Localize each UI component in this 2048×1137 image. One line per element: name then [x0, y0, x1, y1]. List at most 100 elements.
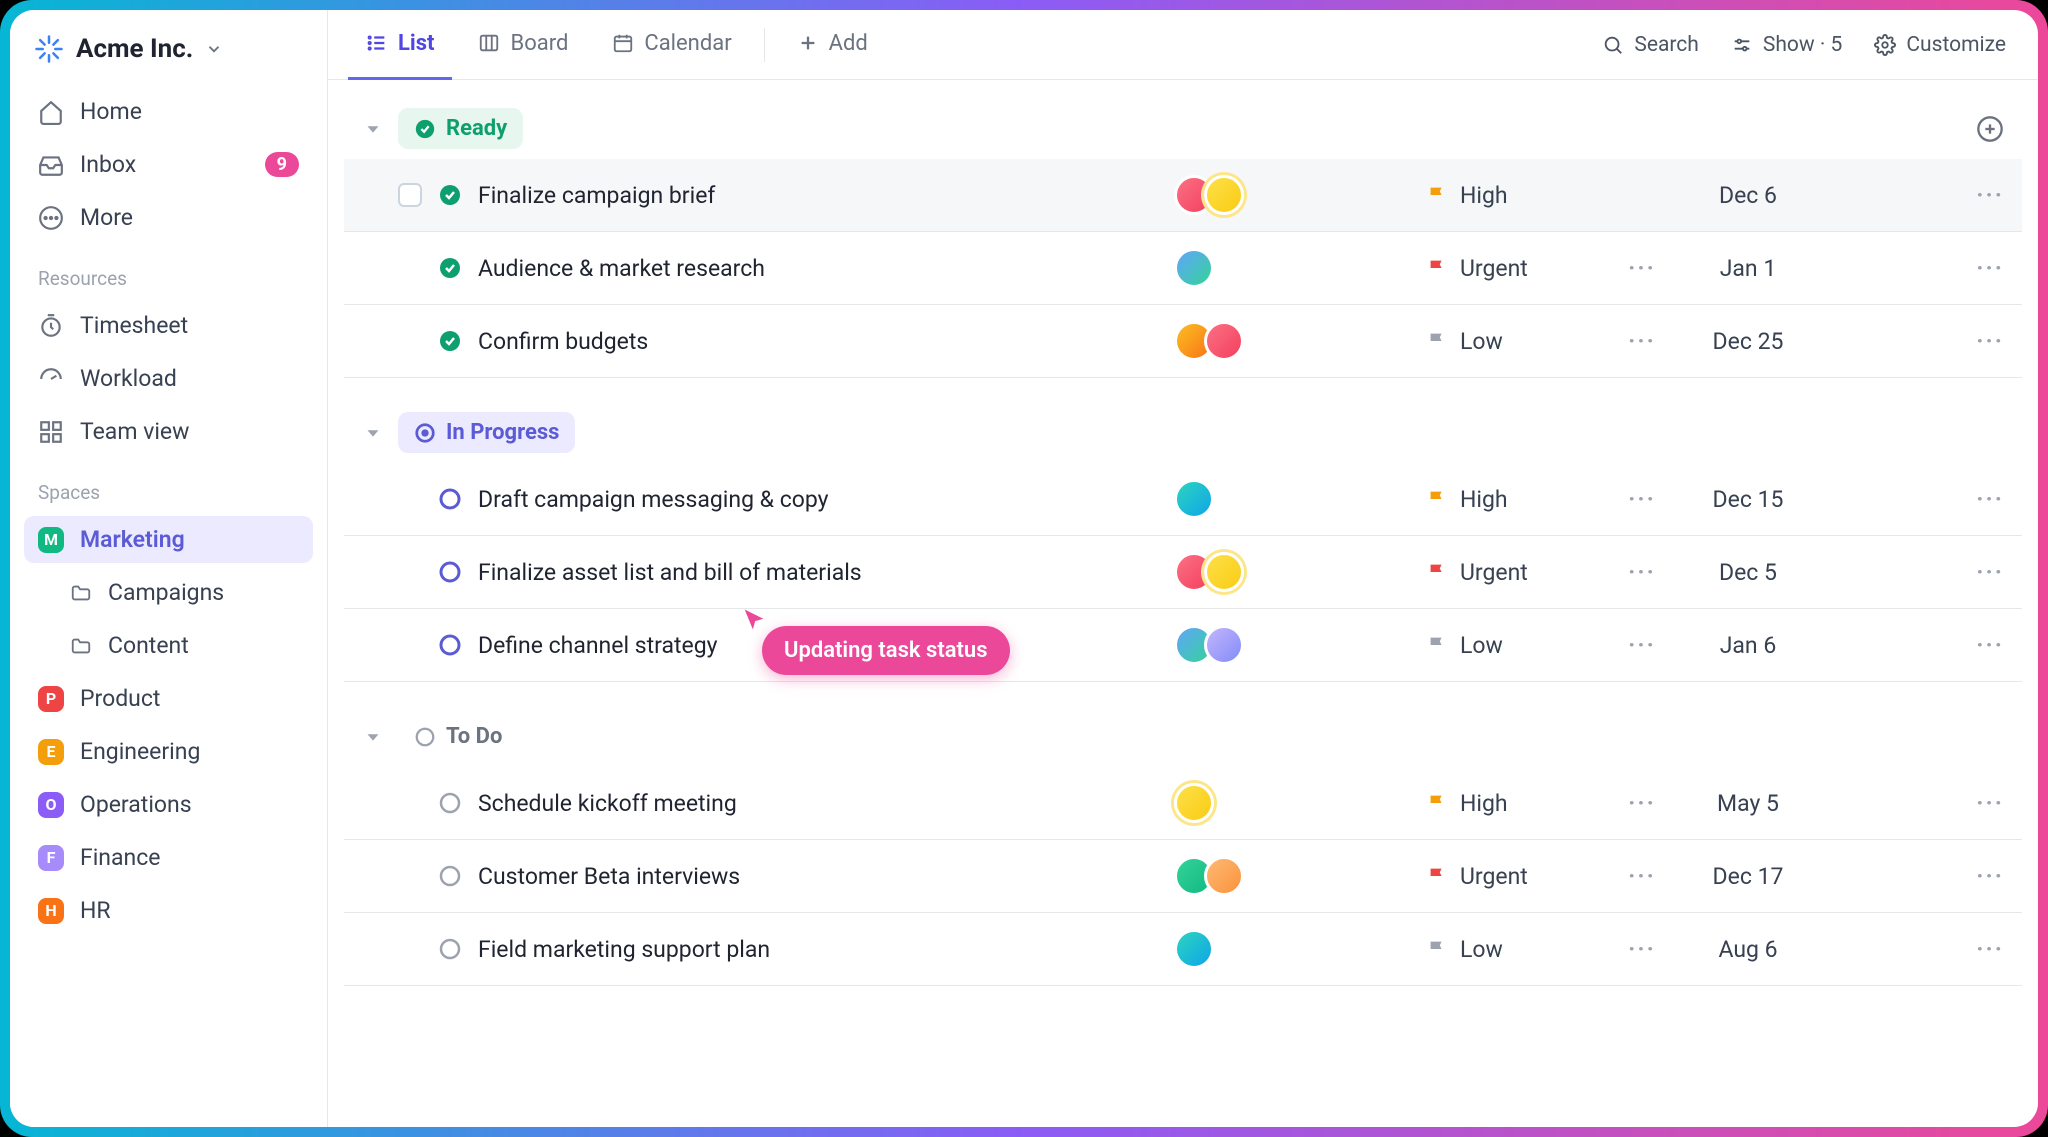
avatar[interactable] — [1204, 552, 1244, 592]
folder-campaigns[interactable]: Campaigns — [24, 569, 313, 616]
space-operations[interactable]: O Operations — [24, 781, 313, 828]
tool-search[interactable]: Search — [1590, 25, 1711, 65]
space-product[interactable]: P Product — [24, 675, 313, 722]
avatar[interactable] — [1204, 321, 1244, 361]
status-label: Ready — [446, 116, 507, 141]
tab-list[interactable]: List — [348, 10, 452, 80]
status-icon[interactable] — [438, 633, 462, 657]
nav-more[interactable]: More — [24, 194, 313, 241]
avatar[interactable] — [1204, 856, 1244, 896]
status-icon[interactable] — [438, 864, 462, 888]
avatar[interactable] — [1174, 783, 1214, 823]
tab-calendar[interactable]: Calendar — [594, 10, 749, 80]
priority[interactable]: High — [1426, 790, 1596, 817]
status-icon[interactable] — [438, 256, 462, 280]
due-date[interactable]: Jan 6 — [1688, 632, 1808, 659]
priority[interactable]: High — [1426, 182, 1596, 209]
task-name: Schedule kickoff meeting — [478, 790, 1158, 817]
more-menu[interactable]: ··· — [1612, 558, 1672, 586]
priority[interactable]: Urgent — [1426, 559, 1596, 586]
task-checkbox[interactable] — [398, 183, 422, 207]
task-row[interactable]: Confirm budgets Low ··· Dec 25 ··· — [344, 305, 2022, 378]
nav-team-view[interactable]: Team view — [24, 408, 313, 455]
priority[interactable]: Low — [1426, 936, 1596, 963]
workspace-switcher[interactable]: Acme Inc. — [24, 28, 313, 82]
more-menu[interactable]: ··· — [1612, 254, 1672, 282]
row-actions[interactable]: ··· — [1976, 789, 2004, 817]
priority[interactable]: High — [1426, 486, 1596, 513]
avatar[interactable] — [1174, 479, 1214, 519]
priority[interactable]: Urgent — [1426, 863, 1596, 890]
tab-board[interactable]: Board — [460, 10, 586, 80]
status-pill-in-progress[interactable]: In Progress — [398, 412, 575, 453]
space-label: Finance — [80, 844, 299, 871]
priority[interactable]: Low — [1426, 328, 1596, 355]
tool-customize[interactable]: Customize — [1862, 25, 2018, 65]
space-finance[interactable]: F Finance — [24, 834, 313, 881]
status-icon[interactable] — [438, 487, 462, 511]
priority[interactable]: Urgent — [1426, 255, 1596, 282]
task-row[interactable]: Draft campaign messaging & copy High ···… — [344, 463, 2022, 536]
status-icon[interactable] — [438, 329, 462, 353]
due-date[interactable]: Dec 17 — [1688, 863, 1808, 890]
tab-label: Board — [510, 31, 568, 56]
row-actions[interactable]: ··· — [1976, 181, 2004, 209]
space-engineering[interactable]: E Engineering — [24, 728, 313, 775]
tool-label: Show · 5 — [1763, 33, 1843, 57]
nav-home[interactable]: Home — [24, 88, 313, 135]
caret-down-icon[interactable] — [362, 726, 384, 748]
due-date[interactable]: May 5 — [1688, 790, 1808, 817]
due-date[interactable]: Dec 15 — [1688, 486, 1808, 513]
task-row[interactable]: Customer Beta interviews Urgent ··· Dec … — [344, 840, 2022, 913]
row-actions[interactable]: ··· — [1976, 327, 2004, 355]
caret-down-icon[interactable] — [362, 422, 384, 444]
nav-label: Timesheet — [80, 312, 299, 339]
status-pill-ready[interactable]: Ready — [398, 108, 523, 149]
status-pill-todo[interactable]: To Do — [398, 716, 518, 757]
status-icon[interactable] — [438, 791, 462, 815]
row-actions[interactable]: ··· — [1976, 485, 2004, 513]
nav-workload[interactable]: Workload — [24, 355, 313, 402]
avatar[interactable] — [1174, 248, 1214, 288]
avatar[interactable] — [1204, 625, 1244, 665]
row-actions[interactable]: ··· — [1976, 862, 2004, 890]
due-date[interactable]: Jan 1 — [1688, 255, 1808, 282]
due-date[interactable]: Dec 25 — [1688, 328, 1808, 355]
task-row[interactable]: Finalize campaign brief High Dec 6 ··· — [344, 159, 2022, 232]
folder-content[interactable]: Content — [24, 622, 313, 669]
more-menu[interactable]: ··· — [1612, 485, 1672, 513]
more-menu[interactable]: ··· — [1612, 631, 1672, 659]
due-date[interactable]: Dec 6 — [1688, 182, 1808, 209]
more-menu[interactable]: ··· — [1612, 789, 1672, 817]
priority[interactable]: Low — [1426, 632, 1596, 659]
due-date[interactable]: Aug 6 — [1688, 936, 1808, 963]
tab-add[interactable]: Add — [779, 10, 886, 80]
space-hr[interactable]: H HR — [24, 887, 313, 934]
avatar[interactable] — [1174, 929, 1214, 969]
more-menu[interactable]: ··· — [1612, 327, 1672, 355]
avatar[interactable] — [1204, 175, 1244, 215]
tool-label: Search — [1634, 33, 1699, 57]
task-row[interactable]: Finalize asset list and bill of material… — [344, 536, 2022, 609]
more-menu[interactable]: ··· — [1612, 862, 1672, 890]
status-icon[interactable] — [438, 937, 462, 961]
add-task-icon[interactable] — [1976, 115, 2004, 143]
tool-show[interactable]: Show · 5 — [1719, 25, 1855, 65]
row-actions[interactable]: ··· — [1976, 631, 2004, 659]
space-letter-icon: E — [38, 739, 64, 765]
task-row[interactable]: Schedule kickoff meeting High ··· May 5 … — [344, 767, 2022, 840]
more-menu[interactable]: ··· — [1612, 935, 1672, 963]
caret-down-icon[interactable] — [362, 118, 384, 140]
nav-timesheet[interactable]: Timesheet — [24, 302, 313, 349]
row-actions[interactable]: ··· — [1976, 254, 2004, 282]
task-row[interactable]: Define channel strategy Low ··· Jan 6 ··… — [344, 609, 2022, 682]
space-marketing[interactable]: M Marketing — [24, 516, 313, 563]
task-row[interactable]: Audience & market research Urgent ··· Ja… — [344, 232, 2022, 305]
due-date[interactable]: Dec 5 — [1688, 559, 1808, 586]
task-row[interactable]: Field marketing support plan Low ··· Aug… — [344, 913, 2022, 986]
row-actions[interactable]: ··· — [1976, 935, 2004, 963]
status-icon[interactable] — [438, 560, 462, 584]
status-icon[interactable] — [438, 183, 462, 207]
nav-inbox[interactable]: Inbox 9 — [24, 141, 313, 188]
row-actions[interactable]: ··· — [1976, 558, 2004, 586]
